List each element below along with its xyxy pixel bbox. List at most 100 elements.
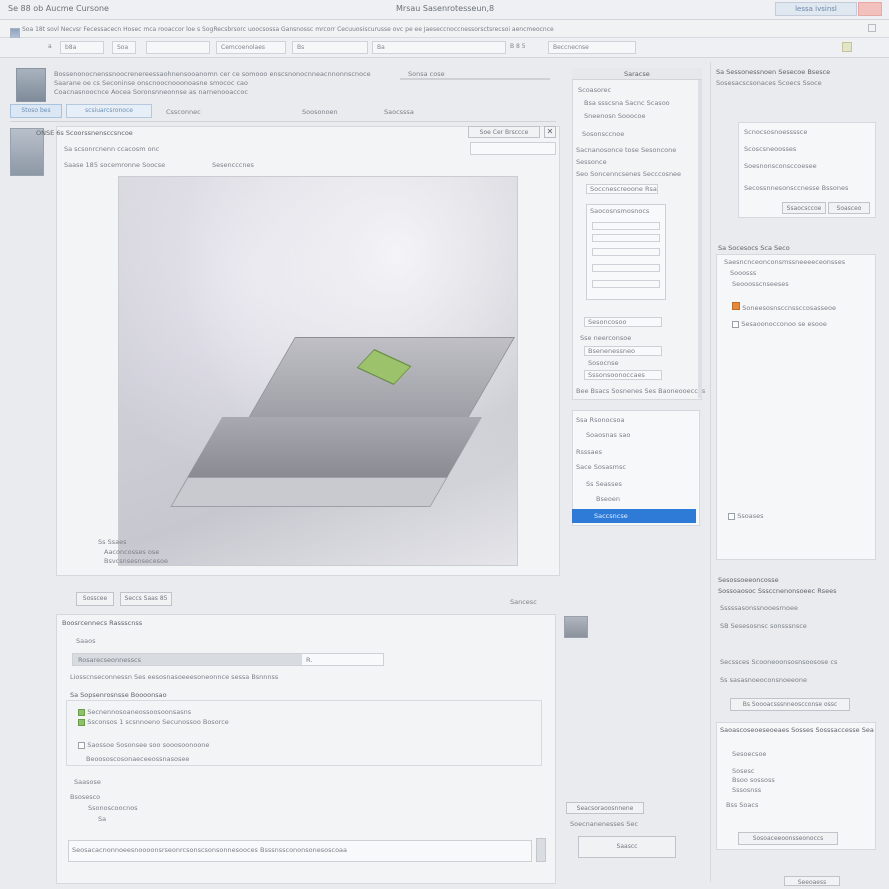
side-list-item-selected[interactable]: Saccsncse [572, 509, 696, 523]
header-divider [400, 78, 550, 80]
side-panel-footer: Bee Bsacs Sosnenes Ses Baoneooeccns [576, 387, 706, 395]
right-s2-item-4[interactable]: Soneesosnsccnssccosasseoe [732, 302, 836, 312]
section-label-a: Saasose [74, 778, 101, 786]
checkbox-icon[interactable] [78, 718, 85, 726]
right-s4-line-4: Sssosnss [732, 786, 762, 794]
right-footer-button[interactable]: Seeoaess [784, 876, 840, 886]
checkbox-icon[interactable] [78, 741, 85, 749]
close-button[interactable] [858, 2, 882, 16]
right-s3-line-4: Secssces Scooneoonsosnsoosose cs [720, 658, 838, 666]
right-s2-item-2[interactable]: Sooosss [730, 269, 756, 277]
footer-text: Seosacacnonnoeesnoooonsrseonrcsonscsonso… [72, 846, 348, 854]
right-s4-button[interactable]: Sosoaceeoonsseonoccs [738, 832, 838, 845]
help-icon[interactable] [868, 24, 876, 32]
section-item-a[interactable]: Ssonoscoocnos [88, 804, 138, 812]
right-header-2: Sosesacscsonaces Scoecs Ssoce [716, 79, 822, 87]
right-s4-line-1: Sesoecsoe [732, 750, 767, 758]
right-s2-item-3[interactable]: Seooosscnseeses [732, 280, 789, 288]
toolbar-field-4[interactable]: Cemcoenolaes [216, 41, 286, 54]
side-panel-title: Saracse [624, 70, 650, 78]
right-item-3[interactable]: Soesnonsconsccoesee [744, 162, 817, 170]
toolbar-size-label: B 8 5 [510, 43, 526, 50]
photo-caption-3: Bsvcsnsesnsecesoe [104, 557, 168, 565]
toolbar-label-a: a [48, 43, 52, 50]
photo-caption-2: Aaconcosses ose [104, 548, 160, 556]
right-item-2[interactable]: Scoscsneoosses [744, 145, 796, 153]
printer-photo[interactable] [118, 176, 518, 566]
toolbar-field-1[interactable]: b8a [60, 41, 104, 54]
app-title: Se 88 ob Aucme Cursone [8, 4, 109, 13]
right-s3-button[interactable]: Bs Soooacsssnneoscconse ossc [730, 698, 850, 711]
option-3[interactable]: Saossoe Sosonsee soo sooosoonoone [78, 741, 209, 749]
right-section4-title: Saoascoseoeseoeaes Sosses Sosssaccesse S… [720, 726, 874, 734]
side-row-6[interactable]: Sessonce [576, 158, 607, 166]
toolbar-field-3[interactable] [146, 41, 210, 54]
section-item-b[interactable]: Sa [98, 815, 106, 823]
side-row-7[interactable]: Seo Soncenncsenes Secccosnee [576, 170, 681, 178]
side-field-a[interactable] [592, 222, 660, 230]
tab-2[interactable]: scsiuarcsronoce [66, 104, 152, 118]
side-list-item-6[interactable]: Bseoen [596, 495, 620, 503]
side-field-b[interactable] [592, 234, 660, 242]
side-list-item-3[interactable]: Rsssaes [576, 448, 602, 456]
image-panel-toolbar-button[interactable]: Soe Cer Brsccce [468, 126, 540, 138]
right-button-2[interactable]: Soasceo [828, 202, 870, 214]
side-row-2[interactable]: Bsa ssscsna Sacnc Scasoo [584, 99, 670, 107]
right-s2-item-5[interactable]: Sesaoonocconoo se esooe [732, 320, 827, 328]
side-row-10[interactable]: Sosocnse [588, 359, 619, 367]
checkbox-icon[interactable] [78, 708, 85, 716]
side-field-d[interactable] [592, 264, 660, 272]
side-bottom-button-1[interactable]: Seacsoraoosnnene [566, 802, 644, 814]
side-row-8[interactable]: Sse neerconsoe [580, 334, 631, 342]
side-row-3[interactable]: Sneenosn Sooocoe [584, 112, 646, 120]
image-thumbnail[interactable] [564, 616, 588, 638]
right-s2-item-1[interactable]: Saesncnceonconsmssneeeeceonsses [724, 258, 845, 266]
side-list-item-1[interactable]: Ssa Rsonocsoa [576, 416, 624, 424]
toolbar-field-2[interactable]: Soa [112, 41, 136, 54]
right-s2-button[interactable]: Ssoases [728, 512, 763, 520]
progress-value: R. [306, 656, 313, 664]
side-field-e[interactable] [592, 280, 660, 288]
side-row-5[interactable]: Sacnanosonce tose Sesoncone [576, 146, 676, 154]
scrollbar[interactable] [536, 838, 546, 862]
side-field-c[interactable] [592, 248, 660, 256]
side-list-item-4[interactable]: Sace Sosasmsc [576, 463, 626, 471]
header-line-2: Saarane oe cs Seconinse onscnoocnooonoas… [54, 79, 248, 87]
image-panel-row1: Sa scsonrcnenn ccacosm onc [64, 145, 160, 153]
warning-icon [732, 302, 740, 310]
side-row-11: Sssonsoonoccaes [588, 371, 645, 379]
right-section3-title: Sesossoeeoncosse [718, 576, 779, 584]
right-item-4[interactable]: Secossnnesonsccnesse Bssones [744, 184, 848, 192]
toolbar-field-6[interactable]: Ba [372, 41, 506, 54]
tab-3[interactable]: Cssconnec [166, 108, 201, 116]
option-1[interactable]: Secnennosoaneossoosoonsasns [78, 708, 191, 716]
right-item-1[interactable]: Scnocsosnoessssce [744, 128, 807, 136]
toolbar-icon[interactable] [842, 42, 852, 52]
toolbar-field-7[interactable]: Beccnecnse [548, 41, 636, 54]
image-panel-close-icon[interactable]: ✕ [544, 126, 556, 138]
tab-4[interactable]: Soosonoen [302, 108, 338, 116]
right-button-1[interactable]: Ssaocsccoe [782, 202, 826, 214]
side-list-item-5[interactable]: Ss Seasses [586, 480, 622, 488]
toolbar-field-5[interactable]: Bs [292, 41, 368, 54]
image-panel-title: ONSE 6s Scoorssnensccsncoe [36, 129, 133, 137]
option-2[interactable]: Ssconsos 1 scsnnoeno Secunossoo Bosorce [78, 718, 229, 726]
menu-items[interactable]: Soa 18t sovl Necvsr Fecessacecn Hosec mc… [22, 26, 554, 33]
image-panel-button-right[interactable]: Seccs Saas 85 [120, 592, 172, 606]
side-row-1[interactable]: Scoasorec [578, 86, 611, 94]
title-search-button[interactable]: lessa ivsinsl [775, 2, 857, 16]
header-right-label: Sonsa cose [408, 70, 445, 78]
side-bottom-button-2[interactable]: Saascc [578, 836, 676, 858]
checkbox-icon[interactable] [728, 512, 735, 520]
options-group-title: Sa Sopsenrosnsse Boooonsao [70, 691, 167, 699]
tab-5[interactable]: Saocsssa [384, 108, 414, 116]
side-panel-scrollbar[interactable] [698, 80, 702, 398]
side-row-4[interactable]: Sosonsccnoe [582, 130, 624, 138]
image-panel-row2-right: Sesencccnes [212, 161, 254, 169]
right-s3-line-3: SB Sesesosnsc sonsssnsce [720, 622, 807, 630]
tab-1[interactable]: Stoso bes [10, 104, 62, 118]
side-list-item-2[interactable]: Soaosnas sao [586, 431, 630, 439]
image-panel-button-left[interactable]: Sosscee [76, 592, 114, 606]
right-s4-line-3: Bsoo sossoss [732, 776, 775, 784]
image-search-field[interactable] [470, 142, 556, 155]
